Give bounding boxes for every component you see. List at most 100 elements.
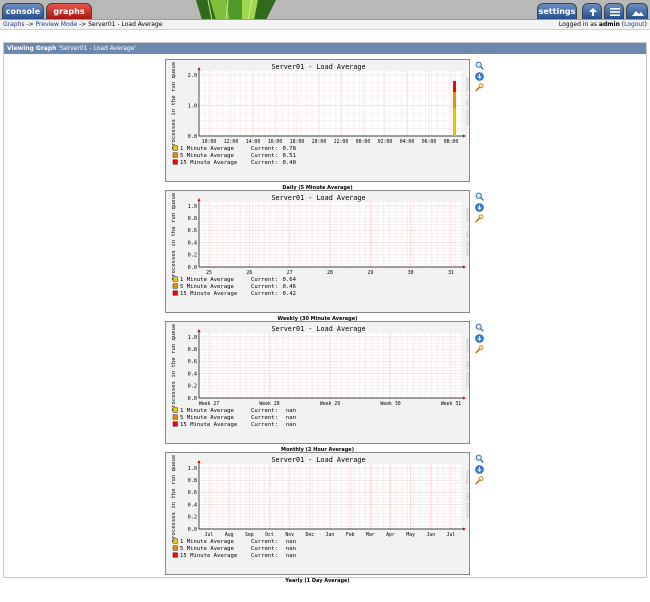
y-tick-label: 1.0 <box>188 466 197 472</box>
login-username: admin <box>598 21 620 28</box>
x-tick-label: Nov <box>285 532 294 538</box>
legend-current-value: 0.42 <box>283 291 296 297</box>
legend-current-value: nan <box>286 408 296 414</box>
x-tick-label: 04:00 <box>400 139 415 145</box>
graph-actions <box>475 454 485 487</box>
magnifier-icon[interactable] <box>475 323 484 332</box>
wrench-icon[interactable] <box>475 476 484 485</box>
x-tick-label: Jun <box>426 532 435 538</box>
x-tick-label: 02:00 <box>378 139 393 145</box>
magnifier-icon[interactable] <box>475 61 484 70</box>
panel-header-prefix: Viewing Graph <box>7 45 59 52</box>
legend-swatch <box>172 545 178 551</box>
x-tick-label: 28 <box>327 270 333 276</box>
panel-header: Viewing Graph 'Server01 - Load Average' <box>4 43 646 54</box>
legend-label: 1 Minute Average <box>180 277 235 283</box>
graph-image: Server01 - Load Average processes in the … <box>171 192 469 297</box>
y-tick-label: 0.8 <box>188 478 197 484</box>
legend-swatch <box>172 159 178 165</box>
load-average-graph[interactable]: Server01 - Load Average processes in the … <box>165 59 470 182</box>
legend-current-value: nan <box>286 415 296 421</box>
graph-title: Server01 - Load Average <box>271 456 365 464</box>
x-tick-label: 20:00 <box>312 139 327 145</box>
x-tick-label: 27 <box>287 270 293 276</box>
y-tick-label: 0.2 <box>188 253 197 259</box>
breadcrumb-link-graphs[interactable]: Graphs <box>3 21 25 28</box>
list-view-icon <box>610 8 620 16</box>
x-tick-label: 06:00 <box>422 139 437 145</box>
legend-label: 15 Minute Average <box>180 553 238 559</box>
legend-current-value: 0.78 <box>283 146 297 152</box>
x-tick-label: 25 <box>206 270 212 276</box>
y-tick-label: 2.0 <box>188 73 197 79</box>
legend-swatch <box>172 283 178 289</box>
x-tick-label: 10:00 <box>202 139 217 145</box>
legend-swatch <box>172 276 178 282</box>
y-tick-label: 0.4 <box>188 502 197 508</box>
legend-swatch <box>172 538 178 544</box>
rrdtool-watermark: RRDTOOL / TOBI OETIKER <box>465 208 469 256</box>
x-tick-label: 00:00 <box>356 139 371 145</box>
legend-swatch <box>172 145 178 151</box>
legend-current-label: Current: <box>251 408 278 414</box>
x-tick-label: Week 28 <box>259 401 279 407</box>
magnifier-icon[interactable] <box>475 454 484 463</box>
legend-current-label: Current: <box>251 277 278 283</box>
load-average-graph[interactable]: Server01 - Load Average processes in the … <box>165 452 470 575</box>
legend-current-value: nan <box>286 553 296 559</box>
tree-view-button[interactable] <box>582 3 602 19</box>
x-tick-label: Mar <box>366 532 375 538</box>
export-csv-icon[interactable] <box>475 334 484 343</box>
load-average-graph[interactable]: Server01 - Load Average processes in the … <box>165 321 470 444</box>
breadcrumb: Graphs -> Preview Mode -> Server01 - Loa… <box>3 21 162 28</box>
y-tick-label: 0.0 <box>188 134 197 140</box>
breadcrumb-current: Server01 - Load Average <box>88 21 163 28</box>
graph-caption: Yearly (1 Day Average) <box>285 578 350 584</box>
legend-current-label: Current: <box>251 146 278 152</box>
y-tick-label: 1.0 <box>188 204 197 210</box>
x-tick-label: Jul <box>205 532 214 538</box>
legend-current-value: 0.64 <box>283 277 297 283</box>
tab-console[interactable]: console <box>2 3 44 19</box>
x-tick-label: 29 <box>367 270 373 276</box>
load-average-graph[interactable]: Server01 - Load Average processes in the … <box>165 190 470 313</box>
preview-view-icon <box>632 11 644 16</box>
y-tick-label: 0.8 <box>188 216 197 222</box>
preview-view-button[interactable] <box>626 3 648 19</box>
wrench-icon[interactable] <box>475 214 484 223</box>
legend-label: 5 Minute Average <box>180 415 235 421</box>
export-csv-icon[interactable] <box>475 72 484 81</box>
login-close-paren: ) <box>644 21 647 28</box>
breadcrumb-separator: -> <box>24 21 36 28</box>
graph-image: Server01 - Load Average processes in the … <box>171 61 469 166</box>
export-csv-icon[interactable] <box>475 203 484 212</box>
y-tick-label: 0.4 <box>188 371 197 377</box>
legend-current-value: nan <box>286 539 296 545</box>
graph-title: Server01 - Load Average <box>271 194 365 202</box>
breadcrumb-link-preview-mode[interactable]: Preview Mode <box>36 21 78 28</box>
legend-label: 5 Minute Average <box>180 546 235 552</box>
x-tick-label: 08:00 <box>444 139 459 145</box>
x-tick-label: 16:00 <box>268 139 283 145</box>
x-tick-label: Jul <box>447 532 456 538</box>
y-tick-label: 0.6 <box>188 359 197 365</box>
wrench-icon[interactable] <box>475 83 484 92</box>
export-csv-icon[interactable] <box>475 465 484 474</box>
legend-swatch <box>172 152 178 158</box>
legend-swatch <box>172 421 178 427</box>
logout-link[interactable]: Logout <box>624 21 645 28</box>
tab-graphs[interactable]: graphs <box>46 3 92 19</box>
y-tick-label: 0.8 <box>188 347 197 353</box>
x-tick-label: 12:00 <box>224 139 239 145</box>
magnifier-icon[interactable] <box>475 192 484 201</box>
legend-current-label: Current: <box>251 415 278 421</box>
y-axis-label: processes in the run queue <box>171 61 177 149</box>
x-tick-label: Week 29 <box>320 401 340 407</box>
tab-settings[interactable]: settings <box>537 3 577 19</box>
list-view-button[interactable] <box>604 3 624 19</box>
y-tick-label: 1.0 <box>188 335 197 341</box>
wrench-icon[interactable] <box>475 345 484 354</box>
graph-image: Server01 - Load Average processes in the … <box>171 323 469 428</box>
y-tick-label: 0.0 <box>188 265 197 271</box>
x-tick-label: 18:00 <box>290 139 305 145</box>
